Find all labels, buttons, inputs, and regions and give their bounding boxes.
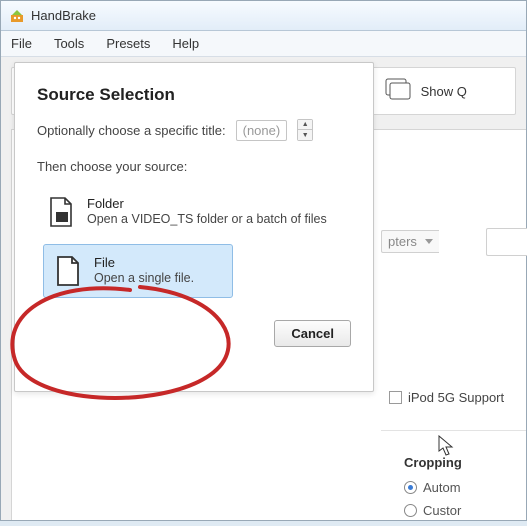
panel-heading: Source Selection <box>37 85 351 105</box>
title-chooser-row: Optionally choose a specific title: (non… <box>37 119 351 141</box>
spinner-up-icon[interactable]: ▲ <box>298 120 312 130</box>
titlebar: HandBrake <box>1 1 526 31</box>
chevron-down-icon <box>425 239 433 244</box>
separator <box>381 430 526 431</box>
cropping-custom-label: Custor <box>423 503 461 518</box>
source-selection-panel: Source Selection Optionally choose a spe… <box>14 62 374 392</box>
range-input[interactable] <box>486 228 527 256</box>
cropping-auto-label: Autom <box>423 480 461 495</box>
radio-icon <box>404 504 417 517</box>
radio-icon <box>404 481 417 494</box>
folder-desc: Open a VIDEO_TS folder or a batch of fil… <box>87 212 327 226</box>
cropping-auto-radio[interactable]: Autom <box>404 480 514 495</box>
choose-label: Then choose your source: <box>37 159 351 174</box>
app-title: HandBrake <box>31 8 96 23</box>
file-title: File <box>94 255 194 270</box>
menu-file[interactable]: File <box>11 36 32 51</box>
panel-button-row: Cancel <box>37 320 351 347</box>
title-select[interactable]: (none) <box>236 120 288 141</box>
ipod-label: iPod 5G Support <box>408 390 504 405</box>
source-option-file[interactable]: File Open a single file. <box>43 244 233 298</box>
menubar: File Tools Presets Help <box>1 31 526 57</box>
chapters-select[interactable]: pters <box>381 230 439 253</box>
title-spinner[interactable]: ▲ ▼ <box>297 119 313 141</box>
app-logo-icon <box>9 8 25 24</box>
folder-icon <box>47 196 75 228</box>
folder-title: Folder <box>87 196 327 211</box>
cropping-section: Cropping Autom Custor <box>404 455 514 526</box>
menu-presets[interactable]: Presets <box>106 36 150 51</box>
queue-icon <box>385 78 415 105</box>
cropping-heading: Cropping <box>404 455 514 470</box>
cancel-button[interactable]: Cancel <box>274 320 351 347</box>
menu-help[interactable]: Help <box>172 36 199 51</box>
menu-tools[interactable]: Tools <box>54 36 84 51</box>
show-queue-button[interactable]: Show Q <box>377 74 475 109</box>
chapters-label: pters <box>388 234 417 249</box>
spinner-down-icon[interactable]: ▼ <box>298 130 312 140</box>
file-icon <box>54 255 82 287</box>
source-option-folder[interactable]: Folder Open a VIDEO_TS folder or a batch… <box>37 186 351 238</box>
checkbox-icon <box>389 391 402 404</box>
file-desc: Open a single file. <box>94 271 194 285</box>
cropping-custom-radio[interactable]: Custor <box>404 503 514 518</box>
subtitle-label: Optionally choose a specific title: <box>37 123 226 138</box>
ipod-checkbox-row[interactable]: iPod 5G Support <box>389 390 504 405</box>
show-queue-label: Show Q <box>421 84 467 99</box>
